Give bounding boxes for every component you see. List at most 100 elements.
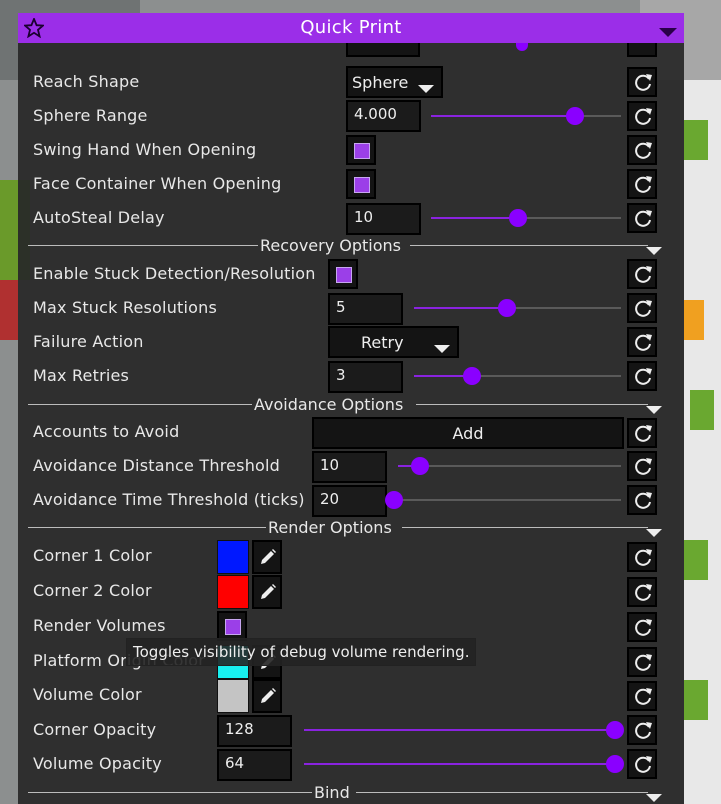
max-stuck-input[interactable]: 5 — [328, 293, 403, 325]
checkbox-checked-fill — [354, 177, 370, 193]
avoid-time-slider-knob[interactable] — [385, 491, 403, 509]
corner-opacity-reset-button[interactable] — [627, 715, 657, 745]
swing-hand-reset-button[interactable] — [627, 135, 657, 165]
window-title: Quick Print — [300, 17, 402, 38]
add-account-button-label: Add — [452, 424, 484, 443]
volume-color-swatch[interactable] — [217, 679, 249, 713]
volume-opacity-reset-button[interactable] — [627, 749, 657, 779]
corner2-edit-button[interactable] — [252, 575, 282, 609]
volume-opacity-input[interactable]: 64 — [217, 749, 292, 781]
corner1-color-label: Corner 1 Color — [33, 546, 152, 565]
collapse-panel-icon[interactable] — [659, 23, 677, 42]
corner1-reset-button[interactable] — [627, 542, 657, 572]
render-section-label: Render Options — [268, 518, 392, 537]
separator-line — [28, 527, 266, 528]
chevron-down-icon — [434, 339, 450, 358]
autosteal-delay-input[interactable]: 10 — [346, 203, 421, 235]
separator-line — [28, 404, 252, 405]
platform-origin-reset-button[interactable] — [627, 647, 657, 677]
avoid-distance-input[interactable]: 10 — [312, 451, 387, 483]
title-bar[interactable]: Quick Print — [18, 13, 684, 43]
separator-line — [416, 404, 648, 405]
separator-line — [28, 245, 258, 246]
add-account-button[interactable]: Add — [312, 417, 624, 449]
swing-hand-checkbox[interactable] — [346, 135, 376, 165]
avoid-time-reset-button[interactable] — [627, 485, 657, 515]
quick-print-panel: Quick Print Reach Shape Sphere Sphere Ra… — [18, 13, 684, 804]
autosteal-delay-label: AutoSteal Delay — [33, 208, 165, 227]
autosteal-delay-slider-knob[interactable] — [509, 209, 527, 227]
max-stuck-slider-fill — [414, 307, 507, 309]
sphere-range-input[interactable]: 4.000 — [346, 100, 421, 132]
volume-color-label: Volume Color — [33, 685, 142, 704]
corner1-color-swatch[interactable] — [217, 540, 249, 574]
collapse-recovery-icon[interactable] — [646, 241, 662, 260]
corner2-color-label: Corner 2 Color — [33, 581, 152, 600]
sphere-range-label: Sphere Range — [33, 106, 148, 125]
corner-opacity-input[interactable]: 128 — [217, 715, 292, 747]
reach-shape-reset-button[interactable] — [627, 67, 657, 97]
avoid-distance-reset-button[interactable] — [627, 451, 657, 481]
face-container-checkbox[interactable] — [346, 169, 376, 199]
volume-opacity-label: Volume Opacity — [33, 754, 162, 773]
volume-color-edit-button[interactable] — [252, 679, 282, 713]
sphere-range-slider-fill — [431, 115, 575, 117]
max-stuck-reset-button[interactable] — [627, 293, 657, 323]
accounts-to-avoid-reset-button[interactable] — [627, 418, 657, 448]
face-container-label: Face Container When Opening — [33, 174, 282, 193]
max-stuck-slider-knob[interactable] — [498, 299, 516, 317]
avoid-distance-slider-knob[interactable] — [411, 457, 429, 475]
avoidance-section-label: Avoidance Options — [254, 395, 404, 414]
failure-action-dropdown[interactable]: Retry — [328, 326, 459, 358]
failure-action-label: Failure Action — [33, 332, 144, 351]
enable-stuck-reset-button[interactable] — [627, 259, 657, 289]
chevron-down-icon — [418, 79, 434, 98]
enable-stuck-label: Enable Stuck Detection/Resolution — [33, 264, 316, 283]
reach-shape-dropdown[interactable]: Sphere — [346, 66, 443, 98]
autosteal-delay-reset-button[interactable] — [627, 203, 657, 233]
swing-hand-label: Swing Hand When Opening — [33, 140, 257, 159]
render-volumes-label: Render Volumes — [33, 616, 166, 635]
max-retries-slider-knob[interactable] — [463, 367, 481, 385]
corner2-color-swatch[interactable] — [217, 575, 249, 609]
collapse-render-icon[interactable] — [646, 523, 662, 542]
max-retries-input[interactable]: 3 — [328, 361, 403, 393]
sphere-range-reset-button[interactable] — [627, 101, 657, 131]
corner2-reset-button[interactable] — [627, 577, 657, 607]
failure-action-reset-button[interactable] — [627, 327, 657, 357]
checkbox-checked-fill — [354, 143, 370, 159]
render-volumes-checkbox[interactable] — [217, 611, 247, 641]
max-stuck-label: Max Stuck Resolutions — [33, 298, 218, 317]
avoid-time-label: Avoidance Time Threshold (ticks) — [33, 490, 305, 509]
corner-opacity-label: Corner Opacity — [33, 720, 157, 739]
corner-opacity-slider-knob[interactable] — [606, 721, 624, 739]
bind-section-label: Bind — [314, 783, 350, 802]
recovery-section-label: Recovery Options — [260, 236, 402, 255]
accounts-to-avoid-label: Accounts to Avoid — [33, 422, 180, 441]
failure-action-value: Retry — [361, 333, 404, 352]
reach-shape-value: Sphere — [352, 73, 409, 92]
volume-color-reset-button[interactable] — [627, 681, 657, 711]
sphere-range-slider-knob[interactable] — [566, 107, 584, 125]
checkbox-checked-fill — [225, 619, 241, 635]
collapse-bind-icon[interactable] — [646, 788, 662, 804]
face-container-reset-button[interactable] — [627, 169, 657, 199]
checkbox-checked-fill — [336, 267, 352, 283]
avoid-distance-slider-track[interactable] — [398, 465, 621, 467]
avoid-time-input[interactable]: 20 — [312, 485, 387, 517]
reach-shape-label: Reach Shape — [33, 72, 140, 91]
collapse-avoidance-icon[interactable] — [646, 400, 662, 419]
cut-off-slider-knob — [516, 43, 528, 51]
avoid-distance-label: Avoidance Distance Threshold — [33, 456, 281, 475]
volume-opacity-slider-knob[interactable] — [606, 755, 624, 773]
enable-stuck-checkbox[interactable] — [328, 259, 358, 289]
tooltip: Toggles visibility of debug volume rende… — [126, 638, 477, 666]
separator-line — [410, 245, 648, 246]
corner1-edit-button[interactable] — [252, 540, 282, 574]
max-retries-label: Max Retries — [33, 366, 130, 385]
cut-off-reset-button — [627, 43, 657, 57]
render-volumes-reset-button[interactable] — [627, 612, 657, 642]
avoid-time-slider-track[interactable] — [398, 499, 621, 501]
cut-off-field — [346, 43, 420, 57]
max-retries-reset-button[interactable] — [627, 361, 657, 391]
